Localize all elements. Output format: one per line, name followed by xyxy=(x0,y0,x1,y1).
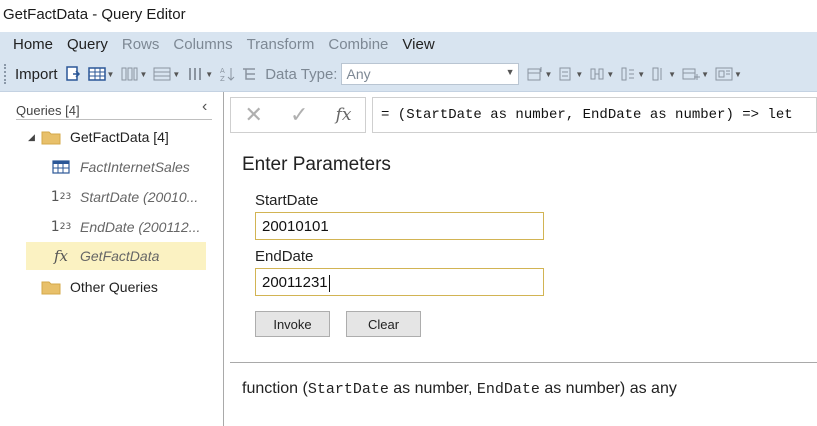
menu-rows[interactable]: Rows xyxy=(115,32,167,58)
menu-combine[interactable]: Combine xyxy=(321,32,395,58)
signature-mid: as number, xyxy=(388,380,477,397)
tree-item-startdate[interactable]: 123 StartDate (20010... xyxy=(50,183,206,211)
tree-item-getfactdata-folder[interactable]: ◢ GetFactData [4] xyxy=(28,123,206,151)
pivot-icon[interactable]: ▼ xyxy=(651,66,676,82)
invoke-button[interactable]: Invoke xyxy=(255,311,330,337)
enddate-input[interactable]: 20011231 xyxy=(255,268,544,296)
collapse-pane-icon[interactable]: ‹ xyxy=(202,98,207,116)
text-cursor xyxy=(328,274,330,292)
menu-query[interactable]: Query xyxy=(60,32,115,58)
queries-header: Queries [4] xyxy=(16,103,80,118)
signature-prefix: function ( xyxy=(242,380,308,397)
signature-suffix: as number) as any xyxy=(539,380,677,397)
main-content: ✕ ✓ fx = (StartDate as number, EndDate a… xyxy=(225,92,817,426)
title-bar: GetFactData - Query Editor xyxy=(0,0,817,32)
chevron-down-icon: ▼ xyxy=(505,67,515,77)
clear-button[interactable]: Clear xyxy=(346,311,421,337)
formula-bar: ✕ ✓ fx = (StartDate as number, EndDate a… xyxy=(230,97,817,133)
folder-icon xyxy=(40,129,62,145)
number-type-icon: 123 xyxy=(50,219,72,235)
number-type-icon: 123 xyxy=(50,189,72,205)
data-type-select[interactable]: Any ▼ xyxy=(341,63,520,85)
enddate-value: 20011231 xyxy=(262,274,328,291)
function-icon: fx xyxy=(53,247,68,265)
table-dropdown-icon[interactable]: ▼ xyxy=(87,66,114,82)
menu-view[interactable]: View xyxy=(395,32,441,58)
use-first-row-icon[interactable]: ▼ xyxy=(527,66,552,82)
add-column-icon[interactable]: ▼ xyxy=(682,66,709,82)
import-button[interactable]: Import xyxy=(15,66,58,83)
choose-columns-icon[interactable]: ▼ xyxy=(120,66,147,82)
section-divider xyxy=(230,362,817,363)
group-by-icon[interactable] xyxy=(241,66,257,82)
tree-item-factinternetsales[interactable]: FactInternetSales xyxy=(50,153,206,181)
menu-home[interactable]: Home xyxy=(6,32,60,58)
tree-item-label: GetFactData xyxy=(80,248,160,264)
svg-text:A: A xyxy=(220,67,225,75)
tree-item-label: GetFactData [4] xyxy=(70,129,169,145)
tree-item-other-queries[interactable]: Other Queries xyxy=(40,273,206,301)
menu-bar: Home Query Rows Columns Transform Combin… xyxy=(0,32,442,58)
tree-item-label: Other Queries xyxy=(70,279,158,295)
startdate-value: 20010101 xyxy=(262,218,329,235)
menu-transform[interactable]: Transform xyxy=(240,32,322,58)
tree-item-enddate[interactable]: 123 EndDate (200112... xyxy=(50,213,206,241)
tree-item-label: EndDate (200112... xyxy=(80,219,201,235)
formula-input[interactable]: = (StartDate as number, EndDate as numbe… xyxy=(372,97,817,133)
data-type-value: Any xyxy=(346,66,371,82)
queries-header-divider xyxy=(16,119,212,120)
tree-item-label: StartDate (20010... xyxy=(80,189,199,205)
formula-buttons: ✕ ✓ fx xyxy=(230,97,366,133)
menu-columns[interactable]: Columns xyxy=(166,32,239,58)
ribbon: Home Query Rows Columns Transform Combin… xyxy=(0,32,817,92)
queries-pane: Queries [4] ‹ ◢ GetFactData [4] FactInte… xyxy=(0,92,224,426)
signature-param-enddate: EndDate xyxy=(476,381,540,398)
data-type-label: Data Type: xyxy=(265,65,338,83)
expand-triangle-icon[interactable]: ◢ xyxy=(28,132,40,143)
replace-values-icon[interactable]: ▼ xyxy=(558,66,583,82)
unpivot-icon[interactable]: ▼ xyxy=(620,66,645,82)
tree-item-label: FactInternetSales xyxy=(80,159,190,175)
signature-param-startdate: StartDate xyxy=(307,381,389,398)
keep-rows-icon[interactable]: ▼ xyxy=(153,66,180,82)
parameters-title: Enter Parameters xyxy=(242,154,391,175)
split-column-icon[interactable]: ▼ xyxy=(186,66,213,82)
startdate-label: StartDate xyxy=(255,192,319,209)
folder-icon xyxy=(40,279,62,295)
advanced-icon[interactable]: ▼ xyxy=(715,66,742,82)
function-signature: function (StartDate as number, EndDate a… xyxy=(242,380,677,398)
enddate-label: EndDate xyxy=(255,248,314,265)
commit-icon[interactable]: ✓ xyxy=(290,102,308,128)
sort-icon[interactable]: AZ xyxy=(219,66,235,82)
tree-item-getfactdata-function[interactable]: fx GetFactData xyxy=(26,242,206,270)
fx-icon[interactable]: fx xyxy=(336,105,352,125)
new-source-icon[interactable] xyxy=(64,65,82,83)
toolbar: Import ▼ ▼ ▼ ▼ AZ Data Type: Any ▼ ▼ ▼ ▼… xyxy=(0,58,817,90)
table-icon xyxy=(50,159,72,175)
cancel-icon[interactable]: ✕ xyxy=(245,102,263,128)
svg-text:Z: Z xyxy=(220,75,225,82)
window-title: GetFactData - Query Editor xyxy=(3,6,186,23)
merge-columns-icon[interactable]: ▼ xyxy=(589,66,614,82)
startdate-input[interactable]: 20010101 xyxy=(255,212,544,240)
toolbar-grip[interactable] xyxy=(4,64,7,84)
